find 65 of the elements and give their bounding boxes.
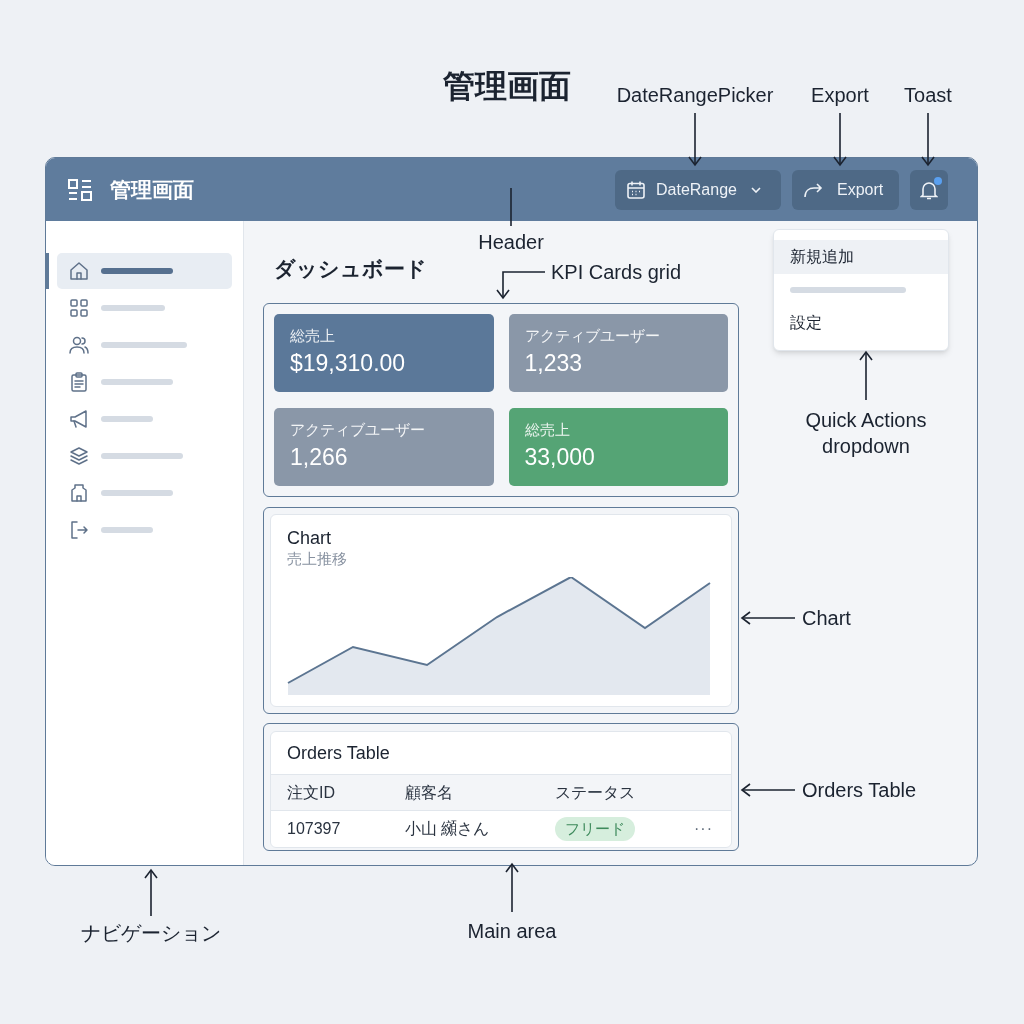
annotation-label: Chart (802, 606, 851, 631)
annotation-label: ナビゲーション (81, 921, 221, 946)
export-button[interactable]: Export (792, 169, 899, 210)
grid-icon (69, 298, 89, 318)
kpi-value: 33,000 (524, 443, 596, 472)
users-icon (69, 335, 89, 355)
kpi-value: 1,233 (524, 349, 584, 378)
status-tag: フリード (555, 817, 635, 841)
table-cell-text: 107397 (287, 819, 342, 839)
leader-arrow (505, 862, 519, 913)
kpi-label: 総売上 (290, 326, 336, 346)
clipboard-icon (69, 372, 89, 392)
page-heading: ダッシュボード (274, 256, 427, 282)
text-placeholder (101, 305, 165, 311)
megaphone-icon (69, 409, 89, 429)
column-header: 顧客名 (405, 782, 454, 803)
share-arrow-icon (803, 181, 823, 198)
app-title: 管理画面 (110, 176, 194, 203)
kpi-value: 1,266 (290, 443, 349, 472)
annotation-label: Header (478, 230, 544, 255)
text-placeholder (101, 268, 173, 274)
page-title: 管理画面 (443, 67, 571, 106)
layers-icon (69, 446, 89, 466)
annotation-label: Toast (904, 83, 952, 108)
leader-arrow (144, 868, 158, 917)
text-placeholder (101, 527, 153, 533)
kpi-value: $19,310.00 (290, 349, 407, 378)
text-placeholder (101, 490, 173, 496)
notification-button[interactable] (910, 169, 948, 210)
annotation-label: Quick Actions dropdown (804, 408, 928, 459)
building-icon (69, 483, 89, 503)
leader-arrow (740, 611, 796, 625)
leader-arrow (688, 112, 702, 167)
table-cell-text: 小山 纐さん (405, 819, 491, 839)
annotation-label: KPI Cards grid (551, 260, 682, 285)
leader-arrow (921, 112, 935, 167)
bell-icon (920, 179, 938, 200)
menu-item[interactable]: 設定 (774, 306, 948, 340)
logo-icon (68, 178, 92, 201)
menu-item[interactable]: 新規追加 (774, 240, 948, 274)
logout-icon (69, 520, 89, 540)
table-title: Orders Table (286, 741, 391, 765)
kpi-label: アクティブユーザー (290, 420, 426, 440)
chart-subtitle: 売上推移 (287, 549, 348, 569)
column-header: 注文ID (287, 782, 336, 803)
column-header: ステータス (555, 782, 636, 803)
leader-arrow (859, 350, 873, 401)
text-placeholder (101, 416, 153, 422)
text-placeholder (101, 379, 173, 385)
annotation-label: Main area (467, 919, 557, 944)
home-icon (69, 261, 89, 281)
annotation-label: Orders Table (802, 778, 917, 803)
chart-title: Chart (287, 527, 332, 549)
more-button[interactable]: ··· (694, 817, 715, 841)
calendar-icon (626, 179, 646, 200)
leader-arrow (833, 112, 847, 167)
leader-line (510, 187, 512, 227)
annotation-label: Export (811, 83, 869, 108)
leader-arrow (496, 271, 546, 300)
chevron-down-icon (750, 186, 761, 193)
kpi-label: アクティブユーザー (524, 326, 661, 346)
date-range-picker[interactable]: DateRange (615, 169, 781, 210)
leader-arrow (740, 783, 796, 797)
annotation-label: DateRangePicker (616, 83, 774, 108)
kpi-label: 総売上 (524, 420, 571, 440)
